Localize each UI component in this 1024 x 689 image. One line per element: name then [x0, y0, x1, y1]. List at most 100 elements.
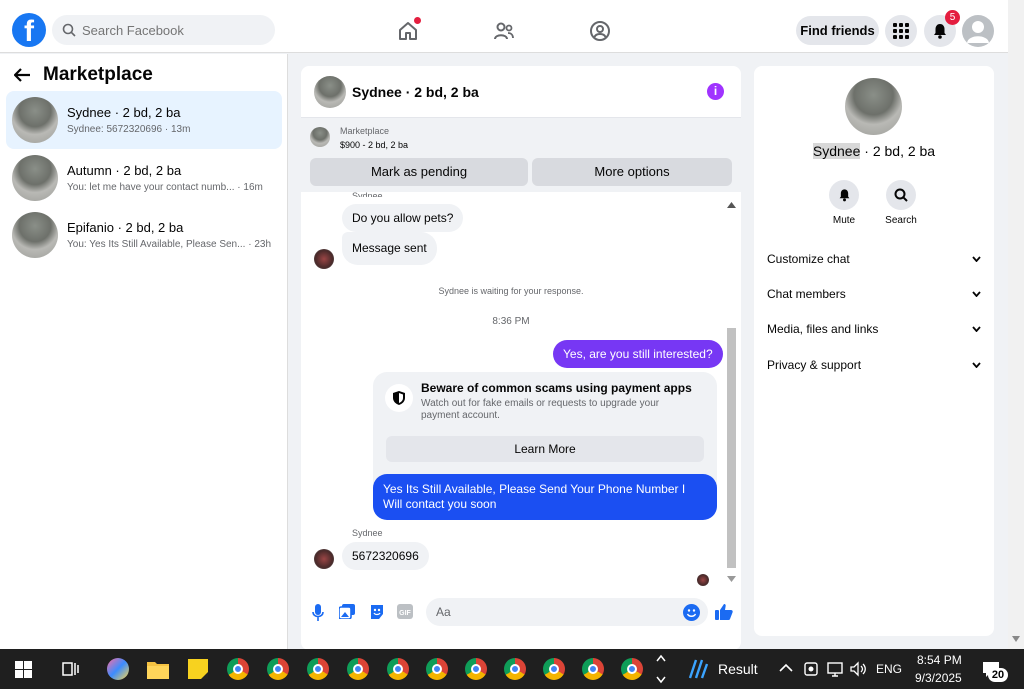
result-widget-icon[interactable]: [687, 658, 709, 680]
app-icon[interactable]: [107, 658, 129, 680]
mute-action[interactable]: Mute: [814, 180, 874, 226]
message-bubble-incoming[interactable]: 5672320696: [342, 542, 429, 570]
chrome-icon[interactable]: [543, 658, 565, 680]
microphone-icon[interactable]: [312, 604, 324, 621]
clock-date[interactable]: 9/3/2025: [915, 671, 962, 685]
shield-icon: [385, 384, 413, 412]
message-bubble-outgoing[interactable]: Yes Its Still Available, Please Send You…: [373, 474, 717, 520]
search-bar[interactable]: [52, 15, 275, 45]
chrome-icon[interactable]: [227, 658, 249, 680]
chrome-icon[interactable]: [582, 658, 604, 680]
message-bubble-outgoing[interactable]: Yes, are you still interested?: [553, 340, 723, 368]
sidebar-title: Marketplace: [14, 64, 153, 86]
message-bubble-incoming[interactable]: Message sent: [342, 232, 437, 265]
chat-header-avatar[interactable]: [314, 75, 346, 108]
sticker-icon[interactable]: [369, 604, 385, 620]
chrome-icon[interactable]: [426, 658, 448, 680]
top-navigation-bar: f Find friends 5: [0, 0, 1008, 53]
chevron-down-icon: [972, 291, 981, 297]
task-view-icon[interactable]: [62, 660, 80, 678]
thumbs-up-icon[interactable]: [715, 603, 733, 621]
learn-more-button[interactable]: Learn More: [386, 436, 704, 462]
contact-name: Sydnee · 2 bd, 2 ba: [754, 143, 994, 159]
message-input[interactable]: Aa: [426, 598, 708, 626]
sender-avatar[interactable]: [314, 249, 334, 269]
language-indicator[interactable]: ENG: [876, 662, 902, 676]
conversation-preview: You: let me have your contact numb... · …: [67, 182, 263, 193]
menu-button[interactable]: [885, 15, 917, 47]
section-label: Chat members: [767, 287, 846, 301]
conversation-sidebar: Marketplace Sydnee · 2 bd, 2 ba Sydnee: …: [0, 54, 288, 649]
search-action[interactable]: Search: [871, 180, 931, 226]
clock-time[interactable]: 8:54 PM: [917, 653, 962, 667]
sender-name: Sydnee: [352, 528, 383, 538]
conversation-name: Epifanio · 2 bd, 2 ba: [67, 220, 184, 235]
meet-now-icon[interactable]: [803, 660, 819, 678]
contact-name-rest: · 2 bd, 2 ba: [860, 143, 936, 159]
find-friends-button[interactable]: Find friends: [796, 16, 879, 45]
chrome-icon[interactable]: [267, 658, 289, 680]
timestamp: 8:36 PM: [492, 316, 530, 327]
network-icon[interactable]: [826, 660, 844, 678]
section-media-files-links[interactable]: Media, files and links: [767, 322, 981, 336]
chrome-icon[interactable]: [465, 658, 487, 680]
section-chat-members[interactable]: Chat members: [767, 287, 981, 301]
section-label: Media, files and links: [767, 322, 879, 336]
chat-title[interactable]: Sydnee · 2 bd, 2 ba: [352, 84, 479, 100]
info-icon[interactable]: i: [707, 83, 724, 100]
conversation-item-sydnee[interactable]: Sydnee · 2 bd, 2 ba Sydnee: 5672320696 ·…: [6, 91, 282, 149]
emoji-icon[interactable]: [683, 604, 700, 621]
notification-count-badge: 5: [945, 10, 960, 25]
chat-details-panel: Sydnee · 2 bd, 2 ba Mute Search Customiz…: [754, 66, 994, 636]
conversation-item-autumn[interactable]: Autumn · 2 bd, 2 ba You: let me have you…: [6, 149, 282, 207]
chrome-icon[interactable]: [504, 658, 526, 680]
chevron-down-icon: [972, 256, 981, 262]
mark-as-pending-button[interactable]: Mark as pending: [310, 158, 528, 186]
section-label: Privacy & support: [767, 358, 862, 372]
message-scrollbar[interactable]: [725, 198, 737, 584]
section-customize-chat[interactable]: Customize chat: [767, 252, 981, 266]
default-avatar-icon: [967, 21, 989, 43]
sender-avatar[interactable]: [314, 549, 334, 569]
scrollbar-thumb[interactable]: [727, 328, 736, 568]
chevron-down-icon: [972, 326, 981, 332]
chrome-icon[interactable]: [387, 658, 409, 680]
photo-icon[interactable]: [339, 604, 355, 619]
facebook-logo-icon[interactable]: f: [12, 13, 46, 47]
groups-icon[interactable]: [588, 19, 612, 43]
message-list: Sydnee Do you allow pets? Message sent S…: [301, 192, 741, 588]
grid-menu-icon: [893, 23, 909, 39]
more-options-button[interactable]: More options: [532, 158, 732, 186]
chrome-icon[interactable]: [307, 658, 329, 680]
result-widget-label[interactable]: Result: [718, 661, 758, 677]
notification-count-badge: 20: [988, 668, 1008, 682]
message-bubble-incoming[interactable]: Do you allow pets?: [342, 204, 464, 232]
listing-thumbnail[interactable]: [310, 127, 330, 147]
account-avatar[interactable]: [962, 15, 994, 47]
gif-icon[interactable]: GIF: [397, 604, 413, 619]
home-notification-dot: [414, 17, 421, 24]
chrome-icon[interactable]: [621, 658, 643, 680]
search-input[interactable]: [82, 22, 262, 38]
search-icon: [62, 23, 76, 37]
scroll-up-icon[interactable]: [727, 202, 736, 208]
file-explorer-icon[interactable]: [147, 659, 169, 679]
search-icon: [894, 188, 908, 202]
scroll-down-icon[interactable]: [727, 576, 736, 582]
chevron-up-icon[interactable]: [779, 663, 793, 673]
chrome-icon[interactable]: [347, 658, 369, 680]
section-privacy-support[interactable]: Privacy & support: [767, 358, 981, 372]
chat-header: Sydnee · 2 bd, 2 ba i: [301, 66, 741, 118]
windows-start-icon[interactable]: [15, 661, 32, 678]
taskbar-overflow-arrows-icon[interactable]: [656, 653, 666, 685]
back-arrow-icon[interactable]: [14, 68, 31, 82]
page-scrollbar[interactable]: [1008, 0, 1024, 649]
conversation-item-epifanio[interactable]: Epifanio · 2 bd, 2 ba You: Yes Its Still…: [6, 206, 282, 264]
volume-icon[interactable]: [849, 660, 867, 678]
sticky-notes-icon[interactable]: [187, 658, 209, 680]
friends-icon[interactable]: [492, 19, 516, 43]
message-composer: GIF Aa: [301, 590, 741, 640]
contact-avatar[interactable]: [845, 78, 902, 135]
contact-name-highlight: Sydnee: [812, 143, 861, 159]
page-scroll-down-icon[interactable]: [1012, 636, 1020, 642]
